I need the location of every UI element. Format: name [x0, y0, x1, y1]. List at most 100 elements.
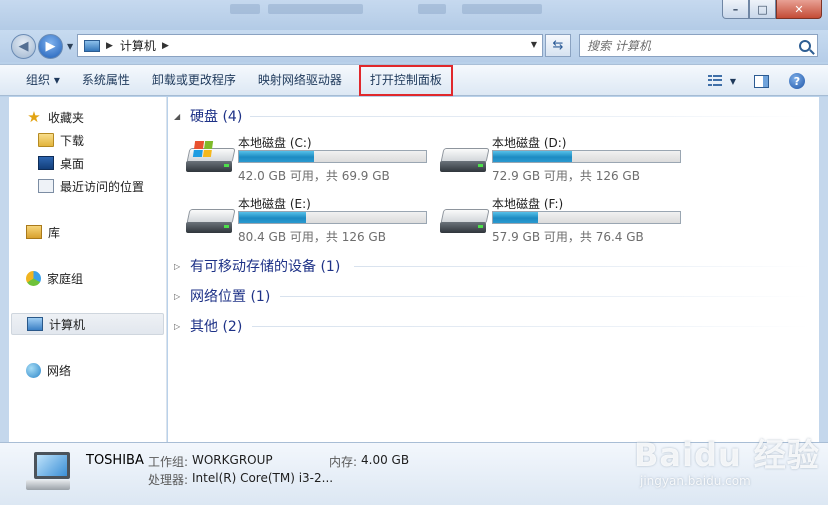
group-header-removable-storage[interactable]: ▷ 有可移动存储的设备 (1) — [174, 256, 340, 276]
sidebar-item-label: 网络 — [47, 363, 72, 378]
expand-icon[interactable]: ▷ — [174, 262, 182, 271]
window-controls: – □ ✕ — [722, 0, 822, 19]
network-icon — [26, 362, 41, 378]
frame-left — [0, 97, 9, 442]
drive-free-space: 42.0 GB 可用，共 69.9 GB — [238, 169, 390, 183]
sidebar-item-label: 家庭组 — [47, 271, 84, 286]
command-bar: 组织 ▾ 系统属性 卸载或更改程序 映射网络驱动器 打开控制面板 ▼ ? — [0, 64, 828, 96]
chevron-right-icon[interactable]: ▶ — [162, 41, 169, 51]
frame-right — [819, 97, 828, 442]
search-input[interactable] — [587, 38, 799, 53]
minimize-button[interactable]: – — [722, 0, 749, 19]
processor-label: 处理器: — [148, 473, 189, 487]
memory-value: 4.00 GB — [361, 453, 410, 467]
group-title: 其他 (2) — [190, 319, 243, 335]
sidebar-item-label: 下载 — [60, 133, 85, 148]
toolbar-right: ▼ ? — [707, 65, 828, 97]
preview-pane-icon[interactable] — [754, 74, 769, 88]
drive-name: 本地磁盘 (E:) — [238, 197, 311, 211]
downloads-folder-icon — [38, 133, 54, 147]
drive-e[interactable]: 本地磁盘 (E:) 80.4 GB 可用，共 126 GB — [186, 195, 436, 249]
sidebar-item-label: 最近访问的位置 — [60, 179, 145, 194]
recent-places-icon — [38, 179, 54, 193]
sidebar-item-favorites[interactable]: ★ 收藏夹 — [26, 106, 84, 128]
refresh-button[interactable]: ⇆ — [545, 34, 571, 57]
sidebar-item-network[interactable]: 网络 — [26, 359, 71, 381]
group-divider — [354, 266, 810, 267]
drive-usage-fill — [493, 212, 538, 223]
organize-menu[interactable]: 组织 ▾ — [0, 64, 71, 96]
close-button[interactable]: ✕ — [776, 0, 822, 19]
title-bar: – □ ✕ — [0, 0, 828, 30]
group-title: 网络位置 (1) — [190, 289, 271, 305]
group-header-other[interactable]: ▷ 其他 (2) — [174, 316, 242, 336]
homegroup-icon — [26, 270, 41, 286]
drive-usage-fill — [239, 212, 307, 223]
map-network-drive-button[interactable]: 映射网络驱动器 — [247, 64, 353, 96]
search-icon[interactable] — [799, 39, 811, 52]
refresh-icon: ⇆ — [552, 38, 564, 53]
drive-name: 本地磁盘 (F:) — [492, 197, 564, 211]
hard-drive-icon — [440, 144, 490, 176]
star-icon: ★ — [27, 108, 41, 126]
drive-usage-fill — [239, 151, 314, 162]
drive-usage-bar — [492, 150, 681, 163]
back-button[interactable]: ◀ — [11, 34, 36, 59]
computer-icon — [84, 39, 100, 52]
navigation-bar: ◀ ▶ ▼ ▶ 计算机 ▶ ▼ ⇆ — [0, 30, 828, 62]
address-bar[interactable]: ▶ 计算机 ▶ ▼ — [77, 34, 543, 57]
sidebar-item-downloads[interactable]: 下载 — [38, 129, 84, 151]
search-box[interactable] — [579, 34, 818, 57]
open-control-panel-button[interactable]: 打开控制面板 — [358, 64, 453, 96]
uninstall-program-button[interactable]: 卸载或更改程序 — [141, 64, 247, 96]
sidebar-item-computer[interactable]: 计算机 — [11, 313, 164, 335]
memory-label: 内存: — [329, 455, 358, 469]
watermark-url: jingyan.baidu.com — [640, 474, 751, 488]
library-icon — [26, 225, 42, 239]
change-view-icon[interactable] — [707, 75, 722, 87]
workgroup-label: 工作组: — [148, 455, 189, 469]
navigation-pane: ★ 收藏夹 下载 桌面 最近访问的位置 库 家庭组 计算机 网络 — [9, 97, 167, 442]
drive-f[interactable]: 本地磁盘 (F:) 57.9 GB 可用，共 76.4 GB — [440, 195, 690, 249]
system-properties-button[interactable]: 系统属性 — [71, 64, 141, 96]
drive-d[interactable]: 本地磁盘 (D:) 72.9 GB 可用，共 126 GB — [440, 134, 690, 188]
address-dropdown-icon[interactable]: ▼ — [531, 40, 537, 49]
group-header-hard-drives[interactable]: ◢ 硬盘 (4) — [174, 106, 242, 126]
drive-usage-bar — [238, 211, 427, 224]
views-dropdown-icon[interactable]: ▼ — [730, 77, 736, 86]
drive-c[interactable]: 本地磁盘 (C:) 42.0 GB 可用，共 69.9 GB — [186, 134, 436, 188]
baidu-watermark: Baidu 经验 jingyan.baidu.com — [634, 430, 824, 502]
sidebar-item-recent-places[interactable]: 最近访问的位置 — [38, 175, 144, 197]
expand-icon[interactable]: ▷ — [174, 322, 182, 331]
workgroup-value: WORKGROUP — [192, 453, 273, 467]
group-header-network-locations[interactable]: ▷ 网络位置 (1) — [174, 286, 270, 306]
maximize-button[interactable]: □ — [749, 0, 776, 19]
sidebar-item-label: 收藏夹 — [48, 110, 85, 125]
forward-button[interactable]: ▶ — [38, 34, 63, 59]
sidebar-item-desktop[interactable]: 桌面 — [38, 152, 84, 174]
title-ghost — [418, 4, 446, 14]
arrow-left-icon: ◀ — [18, 39, 29, 54]
drive-usage-fill — [493, 151, 572, 162]
group-title: 有可移动存储的设备 (1) — [190, 259, 341, 275]
collapse-icon[interactable]: ◢ — [174, 112, 182, 121]
expand-icon[interactable]: ▷ — [174, 292, 182, 301]
group-title: 硬盘 (4) — [190, 109, 243, 125]
group-divider — [280, 296, 810, 297]
hard-drive-icon — [440, 205, 490, 237]
desktop-icon — [38, 156, 54, 170]
sidebar-item-homegroup[interactable]: 家庭组 — [26, 267, 83, 289]
drive-name: 本地磁盘 (C:) — [238, 136, 312, 150]
breadcrumb-computer[interactable]: 计算机 — [120, 37, 156, 54]
recent-pages-dropdown[interactable]: ▼ — [67, 42, 73, 51]
help-icon[interactable]: ? — [789, 73, 805, 89]
drive-free-space: 80.4 GB 可用，共 126 GB — [238, 230, 386, 244]
sidebar-item-label: 库 — [48, 225, 61, 240]
computer-icon — [26, 452, 71, 494]
chevron-right-icon[interactable]: ▶ — [106, 41, 113, 51]
computer-icon — [27, 317, 43, 331]
system-drive-icon — [186, 141, 236, 176]
title-ghost — [268, 4, 363, 14]
sidebar-item-libraries[interactable]: 库 — [26, 221, 60, 243]
drive-name: 本地磁盘 (D:) — [492, 136, 567, 150]
